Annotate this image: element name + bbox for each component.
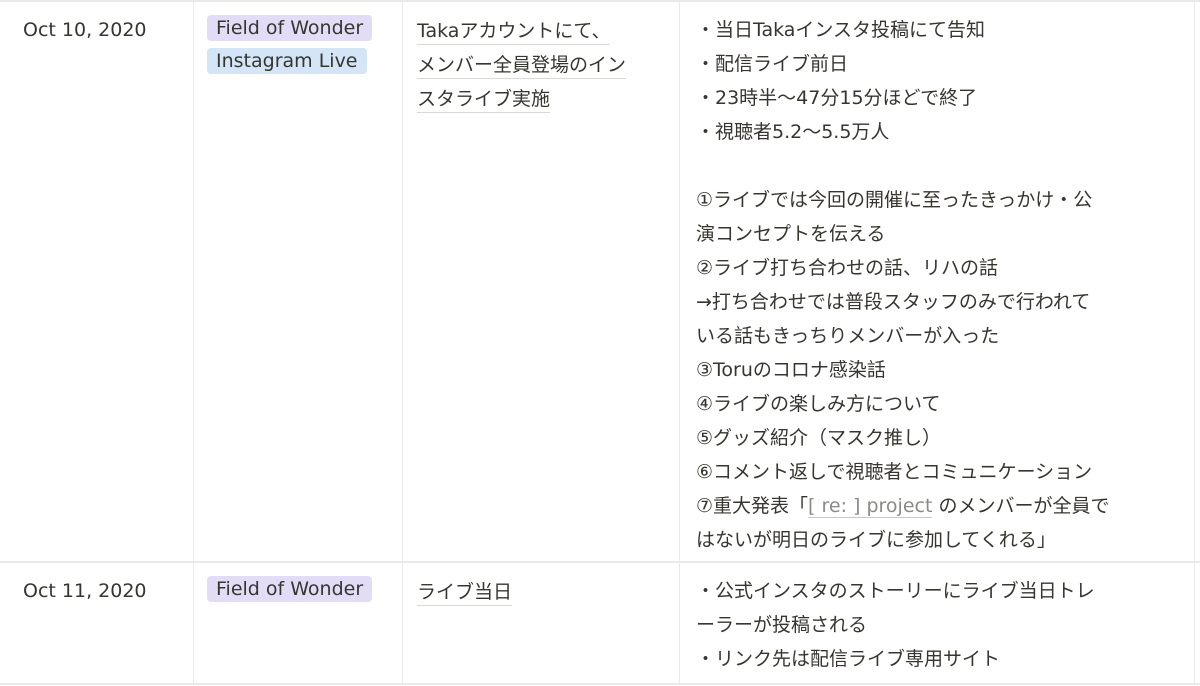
- page-mention-link[interactable]: [ re: ] project: [808, 495, 933, 518]
- title-line[interactable]: ライブ当日: [417, 581, 513, 606]
- note-text: のメンバーが全員で: [932, 495, 1110, 517]
- date-value: Oct 11, 2020: [23, 580, 147, 602]
- tags-cell[interactable]: Field of Wonder Instagram Live: [194, 2, 403, 561]
- note-line: ・当日Takaインスタ投稿にて告知: [696, 19, 986, 41]
- note-line: いる話もきっちりメンバーが入った: [696, 325, 1000, 347]
- notes-cell[interactable]: ・当日Takaインスタ投稿にて告知 ・配信ライブ前日 ・23時半〜47分15分ほ…: [680, 2, 1195, 561]
- table-row[interactable]: Oct 11, 2020 Field of Wonder ライブ当日 ・公式イン…: [0, 563, 1200, 685]
- note-line: ⑥コメント返しで視聴者とコミュニケーション: [696, 461, 1093, 483]
- note-text: ⑦重大発表「: [696, 495, 809, 517]
- tag-instagram-live[interactable]: Instagram Live: [207, 48, 367, 74]
- note-line: ⑦重大発表「[ re: ] project のメンバーが全員で: [696, 489, 1181, 523]
- note-line: ①ライブでは今回の開催に至ったきっかけ・公: [696, 189, 1093, 211]
- date-cell[interactable]: Oct 11, 2020: [0, 563, 194, 683]
- note-line: →打ち合わせでは普段スタッフのみで行われて: [696, 291, 1091, 313]
- note-line: ・23時半〜47分15分ほどで終了: [696, 87, 978, 109]
- note-line: ④ライブの楽しみ方について: [696, 393, 941, 415]
- title-line[interactable]: Takaアカウントにて、: [417, 20, 611, 45]
- note-line: ・リンク先は配信ライブ専用サイト: [696, 648, 1001, 670]
- note-line: はないが明日のライブに参加してくれる」: [696, 529, 1056, 551]
- note-line: 演コンセプトを伝える: [696, 223, 886, 245]
- table-row[interactable]: Oct 10, 2020 Field of Wonder Instagram L…: [0, 2, 1200, 563]
- title-line[interactable]: スタライブ実施: [417, 88, 551, 113]
- tag-field-of-wonder[interactable]: Field of Wonder: [207, 576, 373, 602]
- note-line: ⑤グッズ紹介（マスク推し）: [696, 427, 942, 449]
- tag-field-of-wonder[interactable]: Field of Wonder: [207, 15, 373, 41]
- title-cell[interactable]: Takaアカウントにて、 メンバー全員登場のイン スタライブ実施: [403, 2, 680, 561]
- note-line: ーラーが投稿される: [696, 614, 868, 636]
- page-title-link[interactable]: ライブ当日: [417, 575, 672, 609]
- page-title-link[interactable]: Takaアカウントにて、 メンバー全員登場のイン スタライブ実施: [417, 14, 672, 116]
- title-cell[interactable]: ライブ当日: [403, 563, 680, 683]
- date-value: Oct 10, 2020: [23, 19, 147, 41]
- title-line[interactable]: メンバー全員登場のイン: [417, 54, 627, 79]
- note-line: ・配信ライブ前日: [696, 53, 849, 75]
- note-spacer: [696, 149, 1181, 183]
- note-line: ③Toruのコロナ感染話: [696, 359, 886, 381]
- date-cell[interactable]: Oct 10, 2020: [0, 2, 194, 561]
- note-line: ・視聴者5.2〜5.5万人: [696, 121, 890, 143]
- note-line: ②ライブ打ち合わせの話、リハの話: [696, 257, 999, 279]
- note-line: ・公式インスタのストーリーにライブ当日トレ: [696, 580, 1095, 602]
- tags-cell[interactable]: Field of Wonder: [194, 563, 403, 683]
- notes-cell[interactable]: ・公式インスタのストーリーにライブ当日トレ ーラーが投稿される ・リンク先は配信…: [680, 563, 1195, 683]
